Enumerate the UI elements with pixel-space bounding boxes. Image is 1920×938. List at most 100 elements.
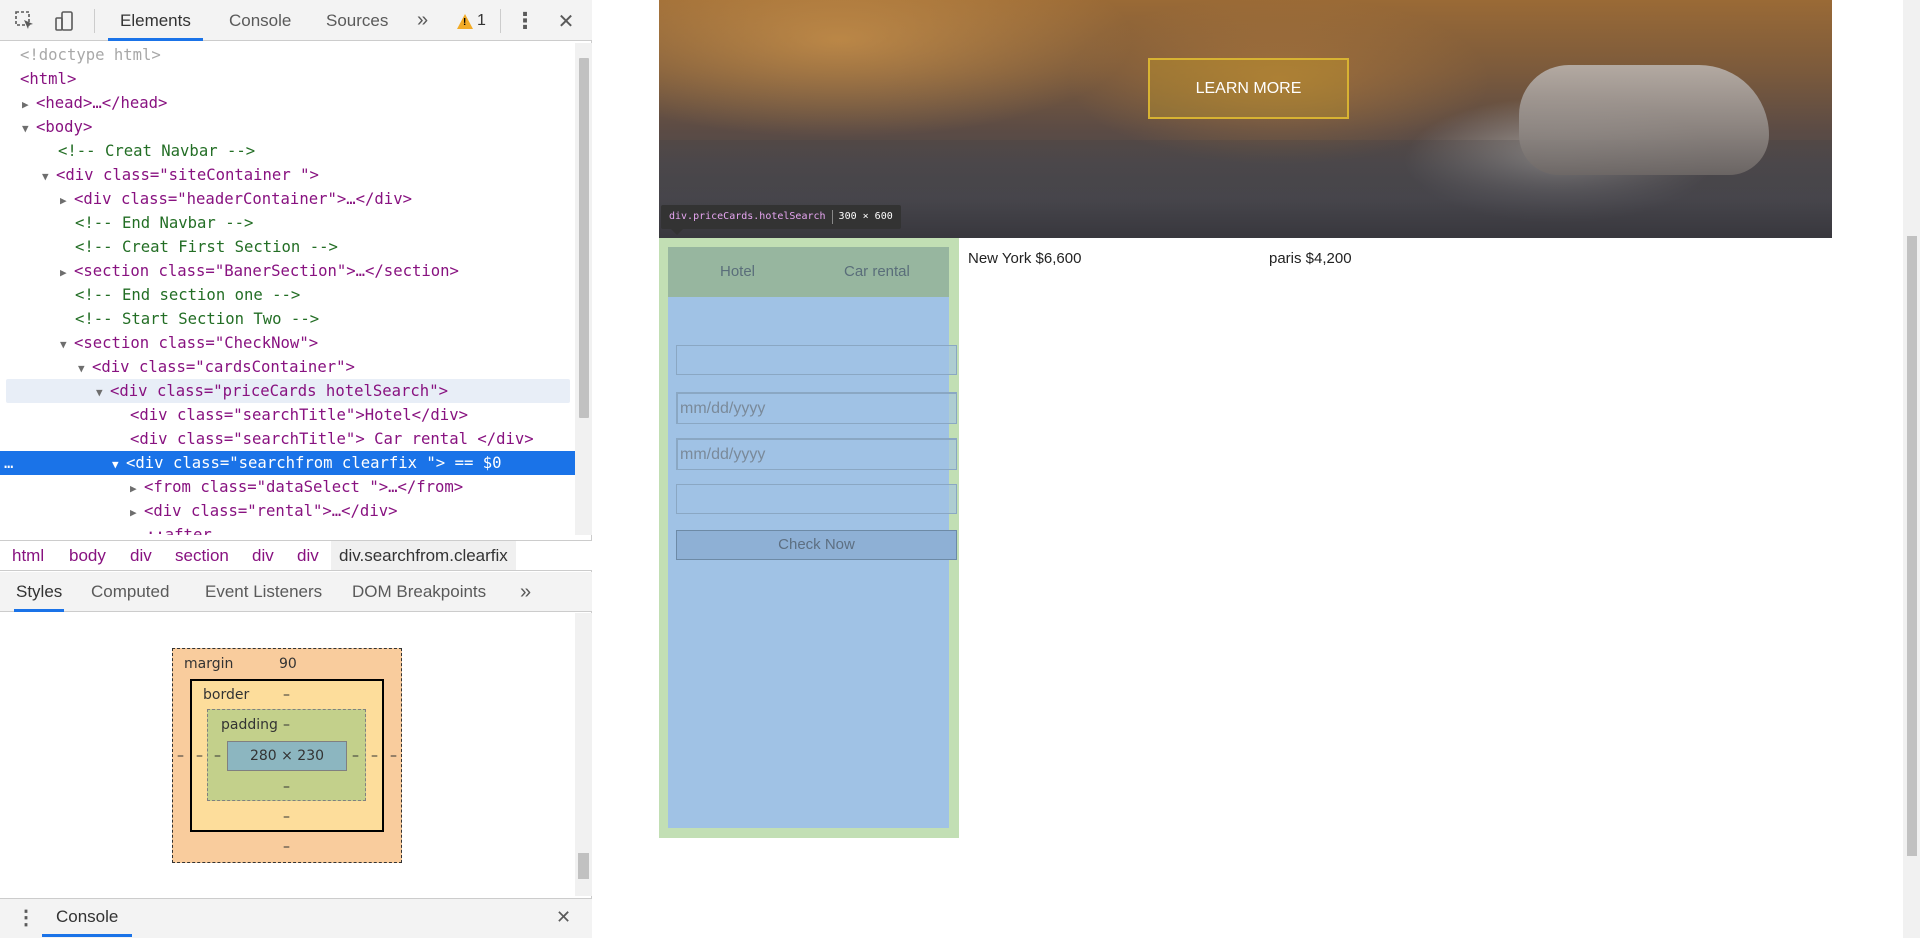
search-tabs: Hotel Car rental (668, 247, 949, 297)
border-left-value[interactable]: – (196, 748, 203, 764)
tab-car-rental[interactable]: Car rental (844, 247, 910, 297)
dom-node[interactable]: ▶ <div class="rental">…</div> (0, 499, 575, 523)
tab-styles[interactable]: Styles (14, 572, 65, 612)
expand-triangle-icon[interactable]: ▶ (130, 477, 144, 501)
dom-node[interactable]: <!-- Creat First Section --> (0, 235, 575, 259)
dom-node[interactable]: <!-- End Navbar --> (0, 211, 575, 235)
dom-comment: <!-- Creat First Section --> (75, 238, 338, 256)
collapse-triangle-icon[interactable]: ▼ (22, 117, 36, 141)
banner-image (659, 0, 1832, 238)
tab-sources[interactable]: Sources (314, 0, 400, 41)
expand-triangle-icon[interactable]: ▶ (60, 189, 74, 213)
dom-node[interactable]: ▼ <section class="CheckNow"> (0, 331, 575, 355)
breadcrumb: html body div section div div div.search… (0, 540, 592, 571)
margin-label: margin (184, 656, 234, 672)
dom-node-text: <div class="priceCards hotelSearch"> (110, 382, 448, 400)
styles-scrollbar[interactable] (575, 613, 592, 896)
dom-node[interactable]: <html> (0, 67, 575, 91)
dom-node[interactable]: ::after (0, 523, 575, 535)
dom-node[interactable]: ▶ <div class="headerContainer">…</div> (0, 187, 575, 211)
dom-tree-scrollbar[interactable] (575, 43, 592, 535)
collapse-triangle-icon[interactable]: ▼ (112, 453, 126, 477)
breadcrumb-div[interactable]: div (128, 541, 154, 570)
dom-node[interactable]: ▶ <section class="BanerSection">…</sectio… (0, 259, 575, 283)
dom-node[interactable]: <!-- Creat Navbar --> (0, 139, 575, 163)
dom-node[interactable]: ▶ <from class="dataSelect ">…</from> (0, 475, 575, 499)
destination-input[interactable] (676, 345, 957, 375)
breadcrumb-section[interactable]: section (173, 541, 231, 570)
margin-right-value[interactable]: – (390, 748, 397, 764)
more-tabs-button[interactable]: » (405, 0, 440, 41)
tab-computed[interactable]: Computed (89, 572, 171, 612)
dom-node-text: <head>…</head> (36, 94, 168, 112)
dom-node[interactable]: ▼ <div class="siteContainer "> (0, 163, 575, 187)
dom-node-hovered[interactable]: ▼ <div class="priceCards hotelSearch"> (6, 379, 570, 403)
collapse-triangle-icon[interactable]: ▼ (78, 357, 92, 381)
dom-node[interactable]: <!-- End section one --> (0, 283, 575, 307)
learn-more-button[interactable]: LEARN MORE (1148, 58, 1349, 119)
dom-node-selected[interactable]: … ▼ <div class="searchfrom clearfix "> == … (0, 451, 575, 475)
border-right-value[interactable]: – (371, 748, 378, 764)
padding-left-value[interactable]: – (214, 748, 221, 764)
collapse-triangle-icon[interactable]: ▼ (96, 381, 110, 405)
toolbar-divider (94, 9, 95, 33)
devtools-menu-icon[interactable]: ⋮ (512, 8, 538, 34)
expand-triangle-icon[interactable]: ▶ (60, 261, 74, 285)
dom-node[interactable]: <!-- Start Section Two --> (0, 307, 575, 331)
device-toolbar-icon[interactable] (52, 8, 78, 34)
dom-comment: <!-- Creat Navbar --> (58, 142, 256, 160)
tab-elements[interactable]: Elements (108, 0, 203, 41)
dom-node-text: <div class="searchTitle">Hotel</div> (130, 406, 468, 424)
close-devtools-icon[interactable]: ✕ (553, 8, 579, 34)
breadcrumb-html[interactable]: html (10, 541, 46, 570)
scrollbar-thumb[interactable] (578, 853, 589, 879)
tab-console[interactable]: Console (217, 0, 303, 41)
guests-input[interactable] (676, 484, 957, 514)
padding-top-value[interactable]: – (283, 717, 290, 733)
dom-node[interactable]: <div class="searchTitle"> Car rental </d… (0, 427, 575, 451)
tab-event-listeners[interactable]: Event Listeners (203, 572, 324, 612)
border-bottom-value[interactable]: – (283, 809, 290, 825)
collapse-triangle-icon[interactable]: ▼ (42, 165, 56, 189)
page-scrollbar[interactable] (1903, 0, 1920, 938)
check-now-button[interactable]: Check Now (676, 530, 957, 560)
tab-hotel[interactable]: Hotel (720, 247, 755, 297)
dom-node[interactable]: ▶ <head>…</head> (0, 91, 575, 115)
drawer-menu-icon[interactable]: ⋮ (16, 905, 36, 930)
box-model-content[interactable]: 280 × 230 (227, 741, 347, 771)
breadcrumb-div[interactable]: div (295, 541, 321, 570)
padding-right-value[interactable]: – (352, 748, 359, 764)
close-drawer-icon[interactable]: ✕ (556, 907, 571, 928)
dom-node[interactable]: <div class="searchTitle">Hotel</div> (0, 403, 575, 427)
dom-node[interactable]: ▼ <body> (0, 115, 575, 139)
tooltip-divider (831, 210, 833, 224)
banner-towel (1519, 65, 1769, 175)
console-drawer: ⋮ Console ✕ (0, 898, 592, 938)
breadcrumb-selected[interactable]: div.searchfrom.clearfix (331, 541, 516, 570)
dom-node[interactable]: <!doctype html> (0, 43, 575, 67)
more-sidebar-tabs-button[interactable]: » (518, 572, 533, 612)
breadcrumb-div[interactable]: div (250, 541, 276, 570)
dom-node-text: <div class="rental">…</div> (144, 502, 398, 520)
breadcrumb-body[interactable]: body (67, 541, 108, 570)
expand-triangle-icon[interactable]: ▶ (22, 93, 36, 117)
tab-dom-breakpoints[interactable]: DOM Breakpoints (350, 572, 488, 612)
padding-label: padding (221, 717, 278, 733)
border-top-value[interactable]: – (283, 687, 290, 703)
inspect-element-icon[interactable] (12, 8, 38, 34)
collapse-triangle-icon[interactable]: ▼ (60, 333, 74, 357)
warnings-counter[interactable]: ! 1 (457, 10, 486, 32)
margin-bottom-value[interactable]: – (283, 839, 290, 855)
expand-triangle-icon[interactable]: ▶ (130, 501, 144, 525)
padding-bottom-value[interactable]: – (283, 779, 290, 795)
dom-node-text: <section class="BanerSection">…</section… (74, 262, 459, 280)
scrollbar-thumb[interactable] (579, 58, 589, 418)
node-actions-ellipsis[interactable]: … (4, 451, 114, 475)
tab-drawer-console[interactable]: Console (42, 899, 133, 937)
dom-node[interactable]: ▼ <div class="cardsContainer"> (0, 355, 575, 379)
margin-left-value[interactable]: – (177, 748, 184, 764)
scrollbar-thumb[interactable] (1907, 236, 1917, 856)
margin-top-value[interactable]: 90 (279, 656, 297, 672)
checkin-date-input[interactable]: mm/dd/yyyy (676, 392, 957, 424)
checkout-date-input[interactable]: mm/dd/yyyy (676, 438, 957, 470)
